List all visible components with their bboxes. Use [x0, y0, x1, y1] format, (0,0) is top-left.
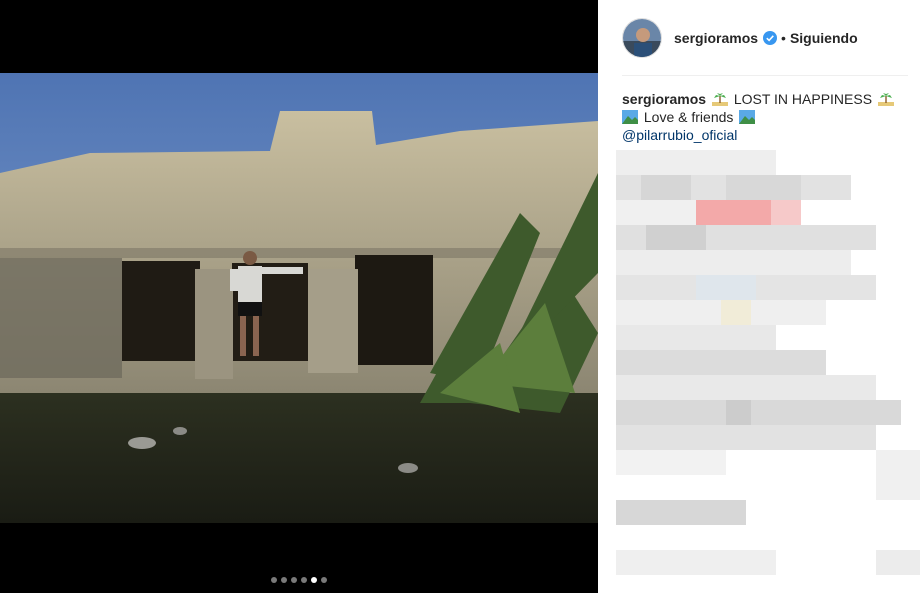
- post-side-panel: sergioramos • Siguiendo sergioramos LOST…: [598, 0, 920, 593]
- avatar[interactable]: [622, 17, 662, 58]
- palm-island-icon: [877, 92, 894, 106]
- carousel-dot[interactable]: [281, 577, 287, 583]
- separator: •: [781, 29, 786, 46]
- carousel-dot-active[interactable]: [311, 577, 317, 583]
- carousel-indicator: [0, 577, 598, 583]
- caption-line-2: Love & friends: [622, 108, 912, 126]
- pixelated-comments: [616, 150, 920, 593]
- carousel-dot[interactable]: [271, 577, 277, 583]
- verified-badge-icon: [763, 30, 778, 45]
- post-header: sergioramos • Siguiendo: [598, 0, 920, 75]
- post-photo[interactable]: [0, 73, 598, 523]
- carousel-dot[interactable]: [301, 577, 307, 583]
- carousel-dot[interactable]: [321, 577, 327, 583]
- carousel-dot[interactable]: [291, 577, 297, 583]
- header-divider: [622, 75, 908, 76]
- caption-line-1: sergioramos LOST IN HAPPINESS: [622, 90, 912, 108]
- landscape-icon: [622, 110, 638, 124]
- caption-username-link[interactable]: sergioramos: [622, 91, 706, 107]
- caption-subtitle: Love & friends: [643, 109, 734, 125]
- caption-title: LOST IN HAPPINESS: [733, 91, 873, 107]
- post-caption: sergioramos LOST IN HAPPINESS Love & fri…: [622, 90, 912, 144]
- mention-link[interactable]: @pilarrubio_oficial: [622, 126, 912, 144]
- landscape-icon: [739, 110, 756, 124]
- media-viewer: [0, 0, 598, 593]
- username-link[interactable]: sergioramos: [674, 30, 758, 46]
- palm-island-icon: [711, 92, 728, 106]
- following-button[interactable]: Siguiendo: [790, 30, 858, 46]
